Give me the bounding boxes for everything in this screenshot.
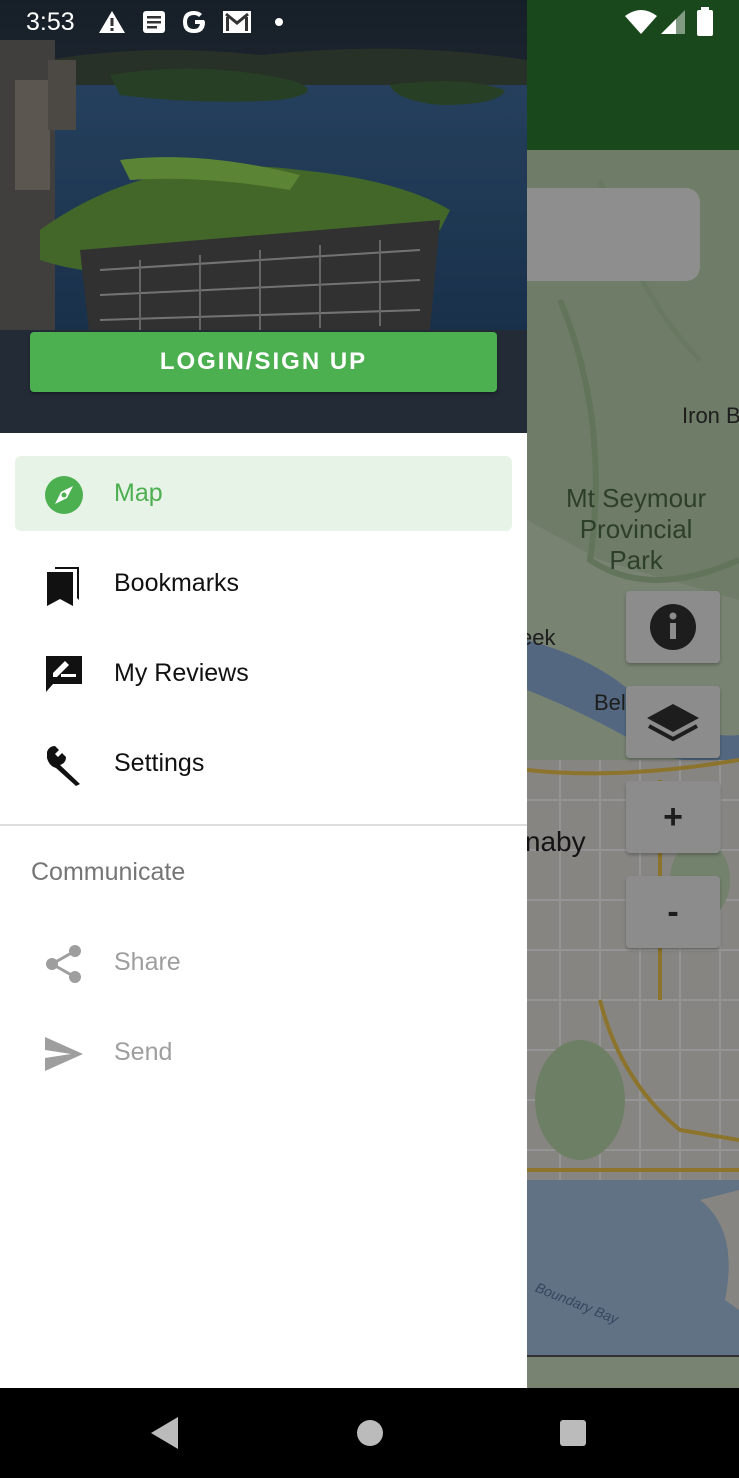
- back-icon[interactable]: [149, 1415, 181, 1451]
- drawer-item-my-reviews[interactable]: My Reviews: [15, 636, 512, 711]
- drawer-item-label: Bookmarks: [114, 569, 240, 597]
- rate-review-icon: [46, 656, 82, 692]
- system-navigation-bar: [0, 1388, 739, 1478]
- compass-icon: [45, 476, 83, 514]
- section-title: Communicate: [31, 858, 186, 886]
- warning-icon: [99, 11, 125, 33]
- drawer-item-bookmarks[interactable]: Bookmarks: [15, 546, 512, 621]
- drawer-item-label: Settings: [114, 749, 205, 777]
- news-icon: [143, 11, 165, 33]
- drawer-item-label: Share: [114, 948, 181, 976]
- send-icon: [45, 1037, 83, 1071]
- drawer-item-share[interactable]: Share: [15, 925, 512, 1000]
- drawer-header: LOGIN/SIGN UP: [0, 0, 527, 433]
- home-icon[interactable]: [355, 1415, 385, 1451]
- bookmarks-icon: [47, 566, 79, 606]
- gmail-icon: [223, 11, 251, 33]
- drawer-item-label: Map: [114, 479, 163, 507]
- wrench-icon: [47, 746, 80, 786]
- drawer-divider: [0, 824, 527, 826]
- drawer-item-map[interactable]: Map: [15, 456, 512, 531]
- share-icon: [46, 945, 81, 983]
- wifi-icon: [625, 10, 657, 34]
- status-bar: 3:53: [0, 0, 739, 45]
- login-signup-button[interactable]: LOGIN/SIGN UP: [30, 332, 497, 392]
- dot-icon: [275, 18, 283, 26]
- drawer-item-label: My Reviews: [114, 659, 249, 687]
- signal-icon: [661, 10, 685, 34]
- google-icon: [183, 11, 205, 33]
- battery-icon: [697, 7, 713, 36]
- navigation-drawer: LOGIN/SIGN UP Map Bookmarks My Reviews S…: [0, 0, 527, 1388]
- drawer-item-label: Send: [114, 1038, 173, 1066]
- drawer-item-settings[interactable]: Settings: [15, 726, 512, 801]
- recents-icon[interactable]: [558, 1415, 588, 1451]
- drawer-item-send[interactable]: Send: [15, 1015, 512, 1090]
- status-time: 3:53: [26, 8, 75, 36]
